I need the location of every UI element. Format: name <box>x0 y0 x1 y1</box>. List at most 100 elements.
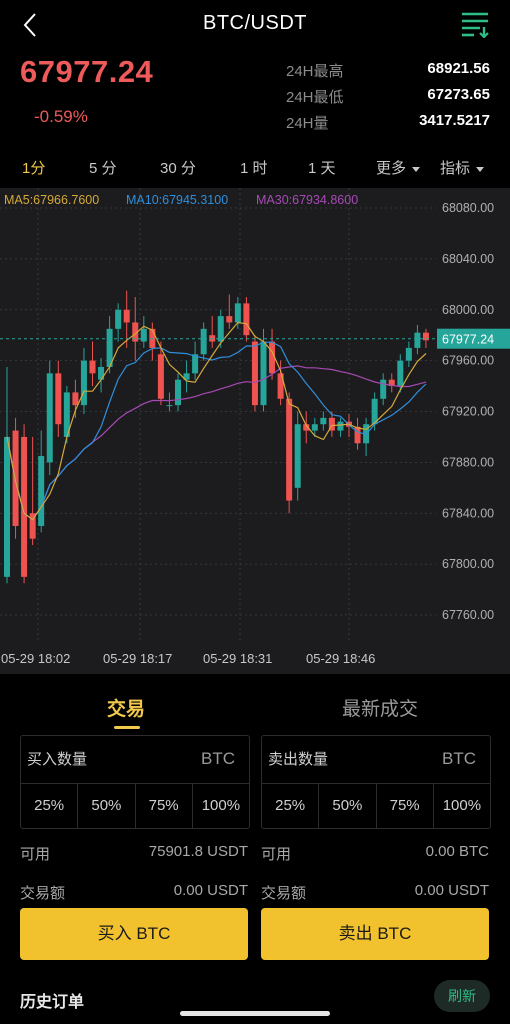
time-tick-label: 05-29 18:02 <box>1 651 70 666</box>
candle-body <box>320 417 327 425</box>
sell-unit: BTC <box>442 749 476 768</box>
candle-body <box>157 354 164 399</box>
interval-1h[interactable]: 1 时 <box>240 157 268 178</box>
home-indicator <box>180 1011 330 1016</box>
candle-body <box>234 303 241 323</box>
stat-value-low: 67273.65 <box>427 86 490 103</box>
candle-body <box>123 309 130 323</box>
sell-available-value: 0.00 BTC <box>425 843 489 860</box>
price-tick-label: 67840.00 <box>442 506 494 520</box>
candle-body <box>354 426 361 444</box>
buy-pct-100[interactable]: 100% <box>193 784 249 829</box>
interval-1d[interactable]: 1 天 <box>308 157 336 178</box>
sell-quantity-box: 卖出数量 BTC 25% 50% 75% 100% <box>261 735 491 829</box>
candle-body <box>175 379 181 406</box>
last-price: 67977.24 <box>20 54 154 89</box>
candlestick-plot: 68080.00 68040.00 68000.00 67960.00 67920.00… <box>0 188 510 666</box>
more-intervals-dropdown[interactable]: 更多 <box>376 157 421 178</box>
candle-body <box>226 316 233 323</box>
candle-body <box>89 360 96 374</box>
price-tick-label: 67880.00 <box>442 455 494 469</box>
price-tick-label: 68080.00 <box>442 201 494 215</box>
candle-body <box>260 341 267 406</box>
buy-amount-value: 0.00 USDT <box>173 882 248 899</box>
sell-pct-100[interactable]: 100% <box>434 784 490 829</box>
buy-pct-25[interactable]: 25% <box>21 784 79 829</box>
interval-30m[interactable]: 30 分 <box>160 157 196 178</box>
candle-body <box>397 360 404 387</box>
sell-amount-value: 0.00 USDT <box>414 882 489 899</box>
stat-value-high: 68921.56 <box>427 60 490 77</box>
sell-pct-75[interactable]: 75% <box>377 784 434 829</box>
candle-body <box>80 360 87 406</box>
order-history-title[interactable]: 历史订单 <box>20 988 84 1012</box>
tab-trade[interactable]: 交易 <box>107 694 145 721</box>
price-tick-label: 67760.00 <box>442 608 494 622</box>
candle-body <box>98 366 105 380</box>
buy-button[interactable]: 买入 BTC <box>20 908 248 960</box>
candle-body <box>294 424 301 488</box>
buy-unit: BTC <box>201 749 235 768</box>
price-change-percent: -0.59% <box>34 107 88 126</box>
candle-body <box>337 421 344 431</box>
time-tick-label: 05-29 18:17 <box>103 651 172 666</box>
candle-body <box>166 405 173 407</box>
buy-pct-50[interactable]: 50% <box>78 784 136 829</box>
interval-tabs: 1分 5 分 30 分 1 时 1 天 更多 指标 <box>0 146 510 188</box>
candle-body <box>72 392 79 406</box>
candle-body <box>46 373 53 463</box>
buy-pct-75[interactable]: 75% <box>136 784 193 829</box>
interval-5m[interactable]: 5 分 <box>89 157 117 178</box>
ma5-label: MA5:67966.7600 <box>4 193 100 207</box>
stat-value-volume: 3417.5217 <box>419 112 490 129</box>
candle-body <box>200 328 207 355</box>
candle-body <box>115 309 122 329</box>
candle-body <box>140 328 147 342</box>
price-tick-label: 67800.00 <box>442 557 494 571</box>
price-tick-label: 68040.00 <box>442 252 494 266</box>
candle-body <box>4 436 10 577</box>
tab-latest-trades[interactable]: 最新成交 <box>342 694 418 721</box>
candle-body <box>286 398 293 501</box>
sell-button[interactable]: 卖出 BTC <box>261 908 489 960</box>
indicator-dropdown[interactable]: 指标 <box>440 157 485 178</box>
interval-1m[interactable]: 1分 <box>22 157 45 178</box>
list-filter-icon[interactable] <box>460 10 490 38</box>
candle-body <box>55 373 62 425</box>
stat-label-high: 24H最高 <box>286 63 344 80</box>
candle-body <box>38 456 45 526</box>
buy-quantity-label[interactable]: 买入数量 <box>27 748 87 769</box>
candle-body <box>251 341 258 406</box>
price-tick-label: 67960.00 <box>442 354 494 368</box>
buy-available-value: 75901.8 USDT <box>148 843 248 860</box>
active-tab-indicator <box>114 726 140 729</box>
candle-body <box>405 347 412 361</box>
buy-percent-row: 25% 50% 75% 100% <box>21 783 249 829</box>
candle-body <box>311 424 318 431</box>
kline-chart[interactable]: 68080.00 68040.00 68000.00 67960.00 67920.00… <box>0 188 510 674</box>
time-tick-label: 05-29 18:31 <box>203 651 272 666</box>
last-price-tag-label: 67977.24 <box>442 333 494 347</box>
stat-label-volume: 24H量 <box>286 115 329 132</box>
candle-body <box>380 379 387 399</box>
sell-percent-row: 25% 50% 75% 100% <box>262 783 490 829</box>
candle-body <box>243 303 250 336</box>
price-tick-label: 68000.00 <box>442 303 494 317</box>
price-tick-label: 67920.00 <box>442 405 494 419</box>
more-label: 更多 <box>376 160 407 177</box>
sell-pct-25[interactable]: 25% <box>262 784 320 829</box>
time-tick-label: 05-29 18:46 <box>306 651 375 666</box>
app-header: BTC/USDT <box>0 0 510 50</box>
sell-pct-50[interactable]: 50% <box>319 784 377 829</box>
stat-label-low: 24H最低 <box>286 89 344 106</box>
candle-body <box>217 316 224 342</box>
sell-quantity-label[interactable]: 卖出数量 <box>268 748 328 769</box>
candle-body <box>414 332 421 348</box>
buy-quantity-box: 买入数量 BTC 25% 50% 75% 100% <box>20 735 250 829</box>
ma30-label: MA30:67934.8600 <box>256 193 359 207</box>
indicator-label: 指标 <box>440 160 471 177</box>
refresh-button[interactable]: 刷新 <box>434 980 490 1012</box>
caret-down-icon <box>476 166 485 172</box>
page-title: BTC/USDT <box>203 12 307 34</box>
caret-down-icon <box>412 166 421 172</box>
